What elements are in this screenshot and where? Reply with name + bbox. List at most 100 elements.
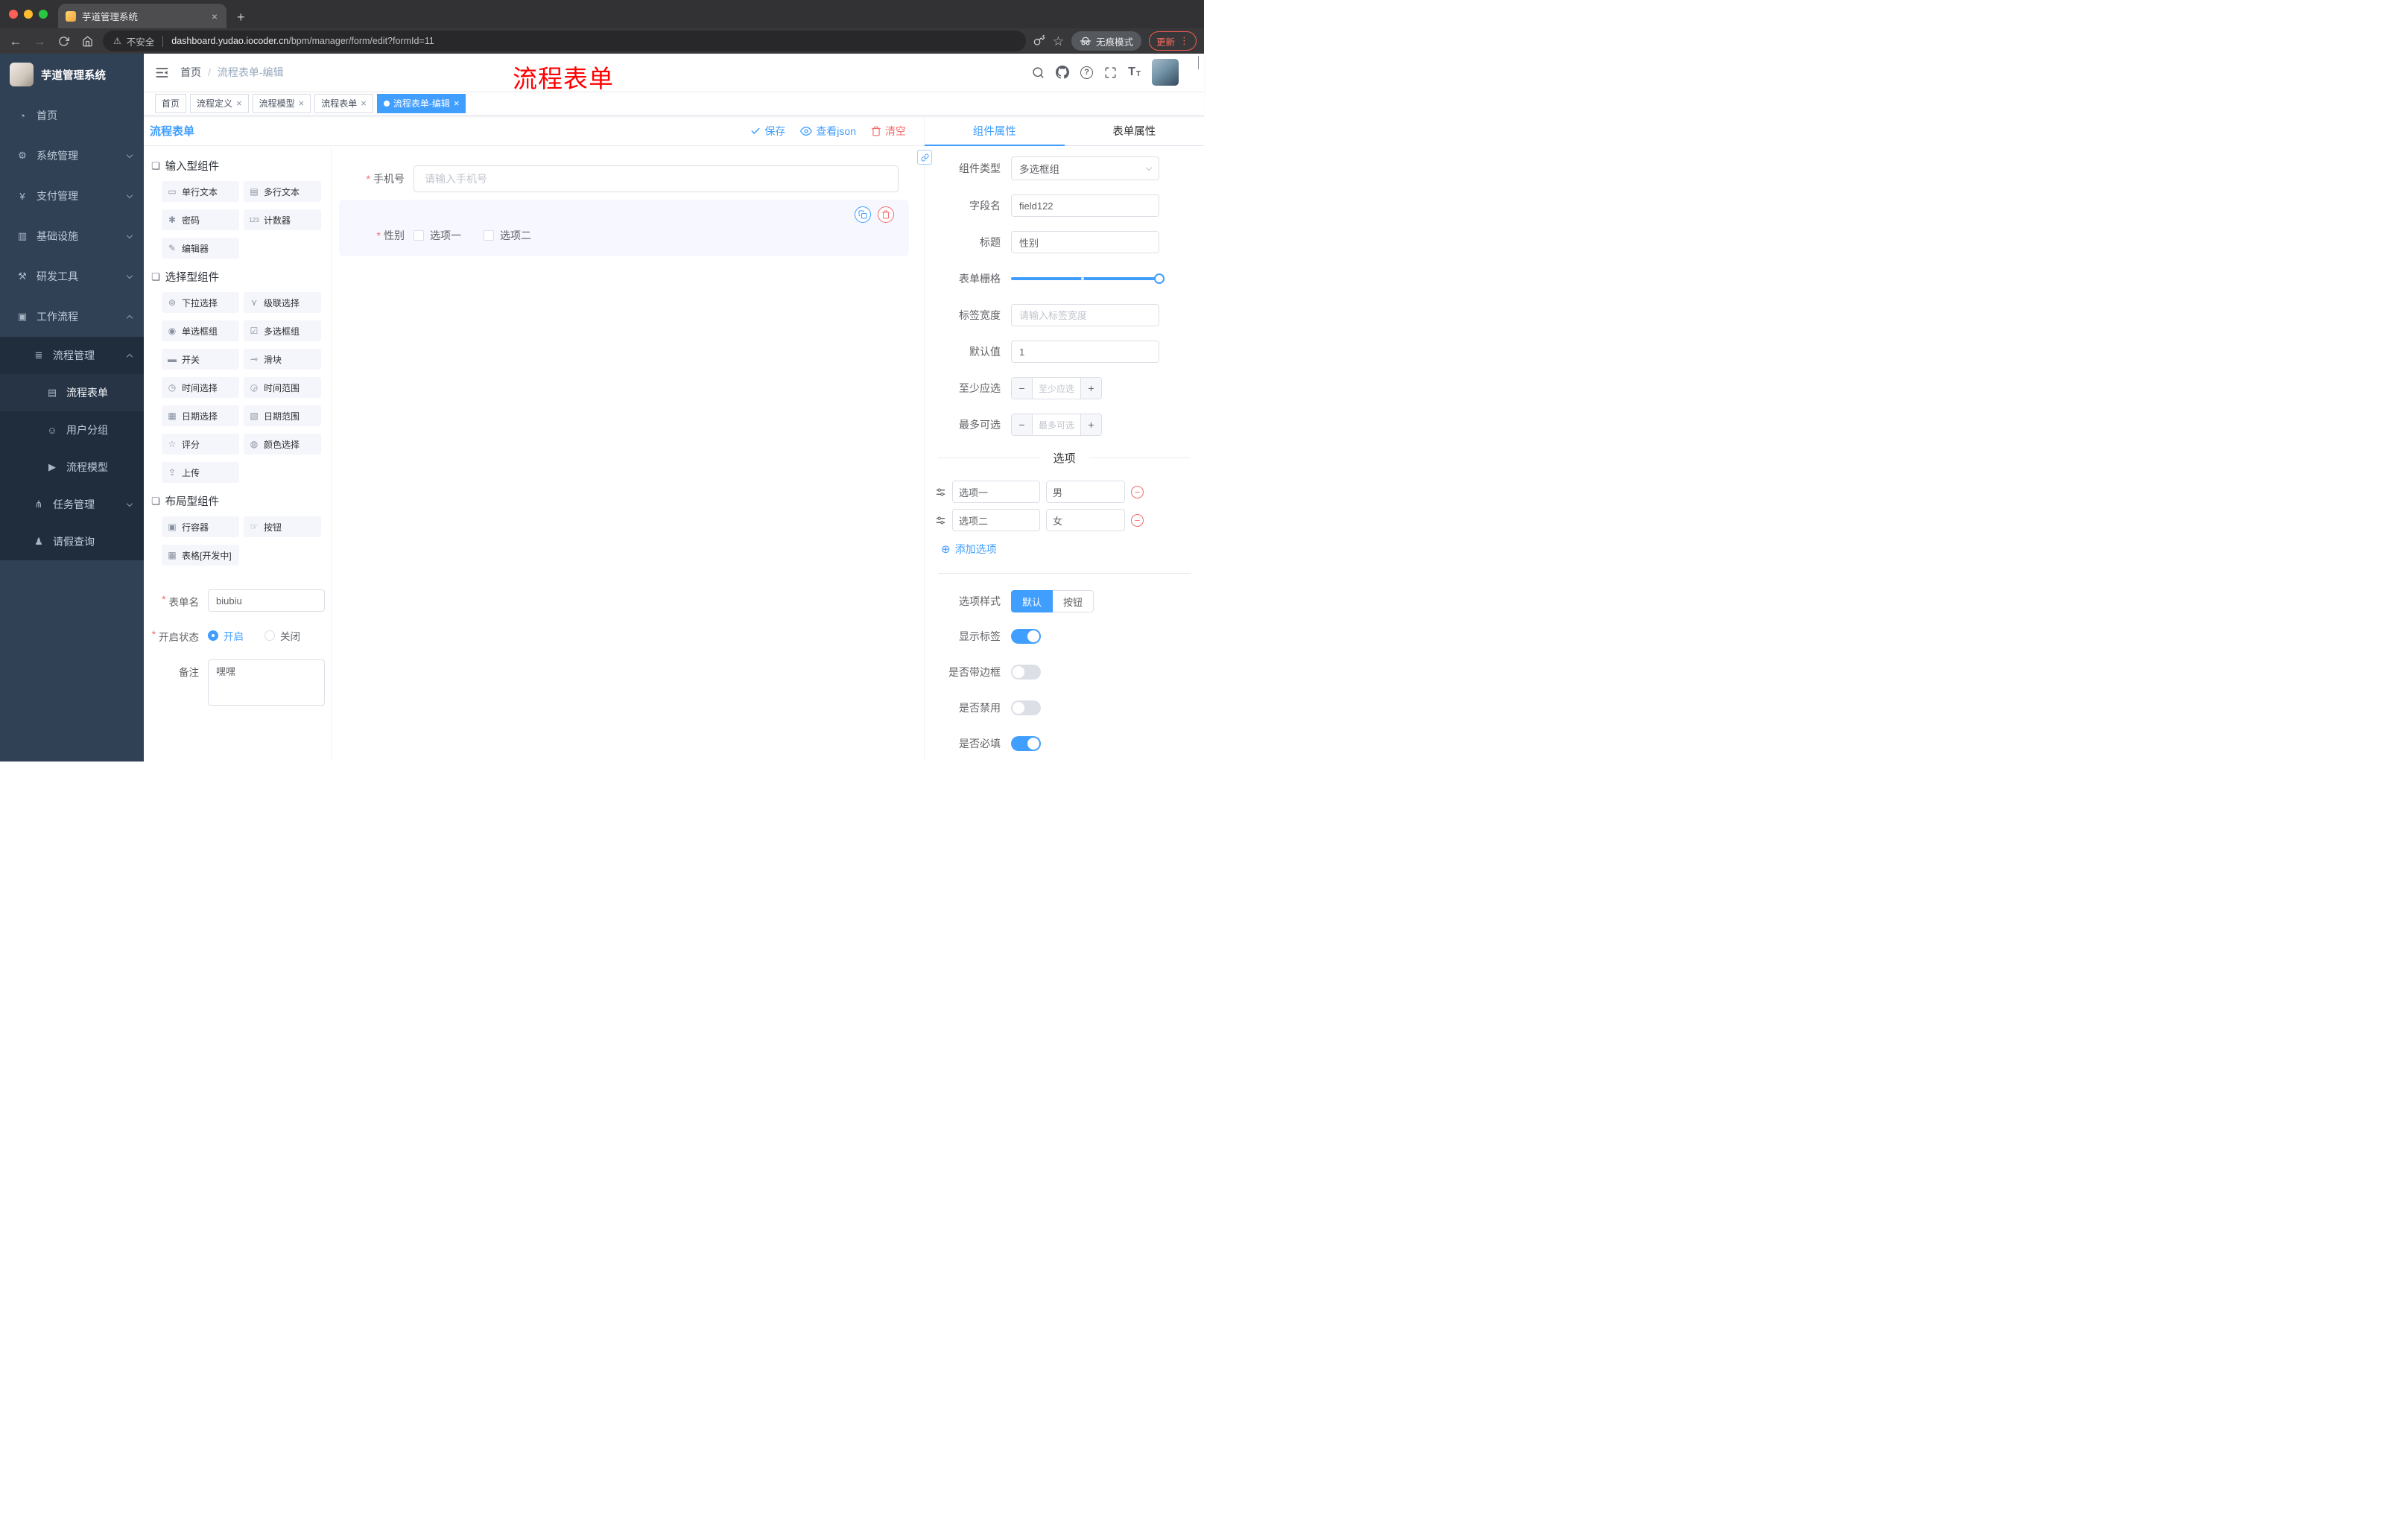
breadcrumb-home[interactable]: 首页: [180, 65, 201, 80]
option1-value-input[interactable]: [1046, 481, 1125, 503]
palette-item-time-range[interactable]: ◶ 时间范围: [244, 377, 321, 398]
palette-item-row-container[interactable]: ▣ 行容器: [162, 516, 239, 537]
palette-item-single-text[interactable]: ▭ 单行文本: [162, 181, 239, 202]
tag-process-definition[interactable]: 流程定义 ×: [190, 93, 249, 113]
label-width-input[interactable]: [1011, 304, 1159, 326]
slider-handle[interactable]: [1154, 273, 1165, 284]
link-icon[interactable]: [917, 150, 932, 165]
remove-option-icon[interactable]: −: [1131, 513, 1144, 527]
tag-process-model[interactable]: 流程模型 ×: [252, 93, 311, 113]
increase-button[interactable]: +: [1080, 414, 1101, 435]
hamburger-icon[interactable]: [144, 66, 180, 80]
close-icon[interactable]: ×: [454, 98, 460, 108]
sidebar-item-payment-mgmt[interactable]: ¥ 支付管理: [0, 176, 144, 216]
bookmark-star-icon[interactable]: ☆: [1053, 35, 1064, 48]
status-off-radio[interactable]: 关闭: [264, 628, 300, 643]
remove-option-icon[interactable]: −: [1131, 485, 1144, 498]
help-icon[interactable]: ?: [1080, 66, 1094, 79]
sidebar-item-leave-query[interactable]: ♟ 请假查询: [0, 523, 144, 560]
forward-button[interactable]: →: [31, 35, 48, 48]
back-button[interactable]: ←: [7, 35, 24, 48]
delete-component-button[interactable]: [878, 206, 894, 223]
sidebar-item-process-model[interactable]: ▶ 流程模型: [0, 449, 144, 486]
palette-item-cascader[interactable]: ⋎ 级联选择: [244, 292, 321, 313]
minimize-window-button[interactable]: [24, 10, 33, 19]
save-button[interactable]: 保存: [750, 124, 785, 139]
option2-value-input[interactable]: [1046, 509, 1125, 531]
browser-menu-icon[interactable]: ⋮: [1179, 35, 1189, 47]
decrease-button[interactable]: −: [1012, 378, 1033, 399]
home-button[interactable]: [79, 36, 95, 47]
style-default-button[interactable]: 默认: [1011, 590, 1054, 612]
show-label-switch[interactable]: [1011, 629, 1041, 644]
form-name-input[interactable]: [208, 589, 325, 612]
palette-item-upload[interactable]: ⇪ 上传: [162, 462, 239, 483]
palette-item-date-range[interactable]: ▧ 日期范围: [244, 405, 321, 426]
add-option-button[interactable]: ⊕ 添加选项: [941, 542, 1204, 557]
form-canvas[interactable]: 手机号: [332, 146, 924, 762]
close-window-button[interactable]: [9, 10, 18, 19]
user-avatar[interactable]: [1152, 59, 1179, 86]
tag-home[interactable]: 首页: [155, 93, 187, 113]
palette-item-color[interactable]: ◍ 颜色选择: [244, 434, 321, 455]
palette-item-table[interactable]: ▦ 表格[开发中]: [162, 545, 239, 566]
drag-handle-icon[interactable]: [935, 515, 946, 526]
palette-item-counter[interactable]: 123 计数器: [244, 209, 321, 230]
sidebar-item-workflow[interactable]: ▣ 工作流程: [0, 297, 144, 337]
border-switch[interactable]: [1011, 665, 1041, 680]
sidebar-item-process-mgmt[interactable]: ≣ 流程管理: [0, 337, 144, 374]
min-select-stepper[interactable]: − 至少应选 +: [1011, 377, 1102, 399]
password-key-icon[interactable]: [1033, 34, 1045, 48]
reload-button[interactable]: [55, 36, 72, 47]
drag-handle-icon[interactable]: [935, 487, 946, 498]
tag-process-form[interactable]: 流程表单 ×: [314, 93, 373, 113]
maximize-window-button[interactable]: [39, 10, 48, 19]
form-remark-textarea[interactable]: 嘿嘿: [208, 659, 325, 706]
palette-item-multi-text[interactable]: ▤ 多行文本: [244, 181, 321, 202]
decrease-button[interactable]: −: [1012, 414, 1033, 435]
palette-item-checkbox-group[interactable]: ☑ 多选框组: [244, 320, 321, 341]
palette-item-radio-group[interactable]: ◉ 单选框组: [162, 320, 239, 341]
search-icon[interactable]: [1032, 66, 1045, 79]
avatar-caret-icon[interactable]: [1198, 56, 1199, 69]
palette-item-slider[interactable]: ⊸ 滑块: [244, 349, 321, 370]
canvas-field-phone[interactable]: 手机号: [339, 165, 909, 192]
copy-component-button[interactable]: [855, 206, 871, 223]
palette-item-select[interactable]: ⊚ 下拉选择: [162, 292, 239, 313]
palette-item-rate[interactable]: ☆ 评分: [162, 434, 239, 455]
required-switch[interactable]: [1011, 736, 1041, 751]
tab-close-icon[interactable]: ×: [210, 10, 219, 23]
palette-item-button[interactable]: ☞ 按钮: [244, 516, 321, 537]
option2-name-input[interactable]: [952, 509, 1040, 531]
style-button-button[interactable]: 按钮: [1053, 590, 1094, 612]
sidebar-item-system-mgmt[interactable]: ⚙ 系统管理: [0, 136, 144, 176]
status-on-radio[interactable]: 开启: [208, 628, 244, 643]
phone-input[interactable]: [414, 165, 899, 192]
palette-item-editor[interactable]: ✎ 编辑器: [162, 238, 239, 259]
browser-update-button[interactable]: 更新 ⋮: [1148, 31, 1197, 51]
disabled-switch[interactable]: [1011, 700, 1041, 715]
sidebar-item-home[interactable]: ◔ 首页: [0, 95, 144, 136]
fullscreen-icon[interactable]: [1104, 66, 1117, 79]
sidebar-item-infrastructure[interactable]: ▥ 基础设施: [0, 216, 144, 256]
close-icon[interactable]: ×: [299, 98, 305, 108]
palette-item-password[interactable]: ✱ 密码: [162, 209, 239, 230]
default-value-input[interactable]: [1011, 341, 1159, 363]
sidebar-item-user-group[interactable]: ☺ 用户分组: [0, 411, 144, 449]
new-tab-button[interactable]: +: [237, 10, 245, 24]
field-name-input[interactable]: [1011, 194, 1159, 217]
gender-option2-checkbox[interactable]: 选项二: [484, 228, 531, 243]
tag-process-form-edit[interactable]: 流程表单-编辑 ×: [376, 93, 466, 113]
increase-button[interactable]: +: [1080, 378, 1101, 399]
form-grid-slider[interactable]: [1011, 273, 1165, 284]
close-icon[interactable]: ×: [236, 98, 242, 108]
option1-name-input[interactable]: [952, 481, 1040, 503]
tab-form-props[interactable]: 表单属性: [1065, 116, 1205, 145]
component-type-select[interactable]: 多选框组: [1011, 156, 1159, 180]
view-json-button[interactable]: 查看json: [800, 124, 856, 139]
address-bar[interactable]: ⚠ 不安全 dashboard.yudao.iocoder.cn/bpm/man…: [103, 31, 1026, 51]
palette-item-time[interactable]: ◷ 时间选择: [162, 377, 239, 398]
browser-tab[interactable]: 芋道管理系统 ×: [58, 4, 226, 28]
palette-item-date[interactable]: ▦ 日期选择: [162, 405, 239, 426]
gender-option1-checkbox[interactable]: 选项一: [414, 228, 461, 243]
